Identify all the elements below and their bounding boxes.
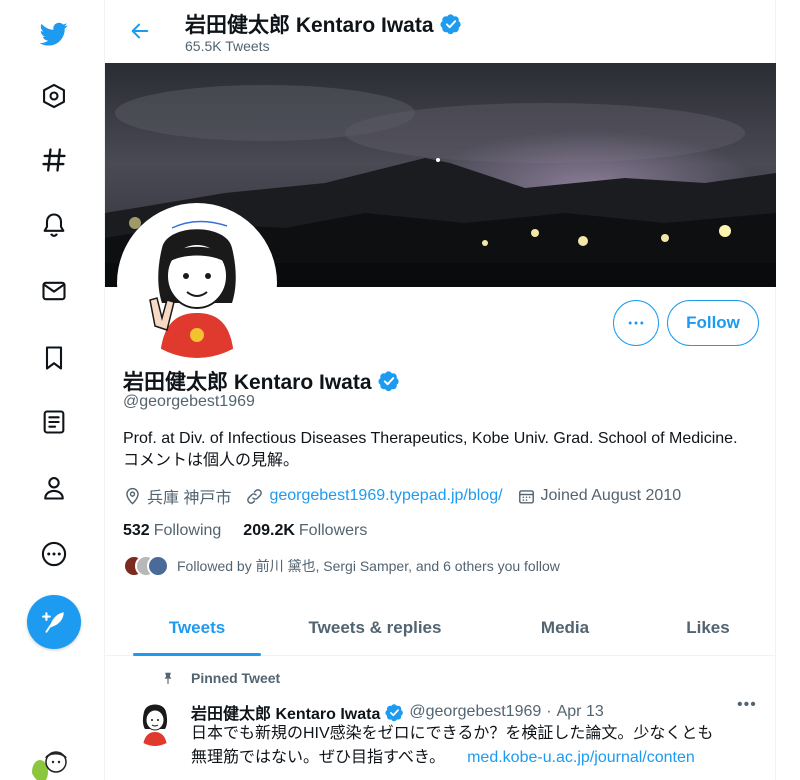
tab-label: Media [540, 618, 590, 637]
tweet-count: 65.5K Tweets [185, 38, 270, 54]
profile-tabs: Tweets Tweets & replies Media Likes [105, 600, 776, 656]
pinned-label-text: Pinned Tweet [191, 670, 281, 686]
profile-header-bar: 岩田健太郎 Kentaro Iwata 65.5K Tweets [105, 0, 777, 60]
tweet-more-button[interactable]: ••• [737, 696, 757, 714]
joined-text: Joined August 2010 [540, 487, 682, 504]
follow-stats: 532 Following 209.2K Followers [123, 522, 367, 540]
following-stat[interactable]: 532 Following [123, 522, 221, 540]
header-title: 岩田健太郎 Kentaro Iwata [185, 9, 462, 39]
notifications-bell-icon[interactable] [26, 197, 82, 253]
more-circle-icon[interactable] [26, 526, 82, 582]
tweet-author-name[interactable]: 岩田健太郎 Kentaro Iwata [191, 700, 380, 724]
tweet-header: 岩田健太郎 Kentaro Iwata @georgebest1969 · Ap… [191, 700, 604, 724]
header-title-text: 岩田健太郎 Kentaro Iwata [185, 14, 434, 37]
display-name-text: 岩田健太郎 Kentaro Iwata [123, 371, 372, 394]
followers-stat[interactable]: 209.2K Followers [243, 522, 367, 540]
tweet-text-line: 無理筋ではない。ぜひ目指すべき。 [191, 749, 446, 766]
followers-label: Followers [298, 522, 368, 539]
tab-label: Tweets & replies [308, 618, 442, 637]
tab-label: Tweets [168, 618, 226, 637]
profile-bio: Prof. at Div. of Infectious Diseases The… [123, 430, 754, 469]
verified-badge-icon [440, 14, 461, 35]
following-label: Following [153, 522, 222, 539]
hashtag-icon[interactable] [26, 132, 82, 188]
profile-display-name: 岩田健太郎 Kentaro Iwata [123, 366, 400, 396]
tweet-text-line: 日本でも新規のHIV感染をゼロにできるか？を検証した論文。少なくとも [191, 725, 714, 742]
tab-likes[interactable]: Likes [663, 600, 753, 656]
tab-label: Likes [686, 618, 730, 637]
followed-by-text: Followed by 前川 黛也, Sergi Samper, and 6 o… [177, 558, 560, 574]
tweet-date[interactable]: Apr 13 [557, 703, 604, 721]
location-text: 兵庫 神戸市 [147, 490, 232, 507]
profile-avatar[interactable] [117, 203, 277, 363]
compose-tweet-button[interactable] [27, 595, 81, 649]
lists-icon[interactable] [26, 394, 82, 450]
pin-icon [164, 672, 172, 684]
tab-tweets-replies[interactable]: Tweets & replies [295, 600, 455, 656]
follower-avatar [147, 555, 169, 577]
location-pin-icon [126, 487, 139, 505]
explore-icon[interactable] [26, 68, 82, 124]
website[interactable]: georgebest1969.typepad.jp/blog/ [245, 487, 503, 506]
feather-plus-icon [42, 612, 64, 633]
calendar-icon [518, 489, 534, 504]
messages-envelope-icon[interactable] [26, 263, 82, 319]
twitter-logo-icon[interactable] [26, 6, 82, 62]
sidebar [0, 0, 104, 780]
profile-meta: 兵庫 神戸市 georgebest1969.typepad.jp/blog/ J… [123, 485, 695, 507]
tweet-author-avatar[interactable] [131, 698, 179, 746]
more-options-button[interactable] [613, 300, 659, 346]
account-avatar[interactable] [30, 742, 74, 780]
tab-tweets[interactable]: Tweets [133, 600, 261, 656]
tweet-text-line-2: 無理筋ではない。ぜひ目指すべき。 med.kobe-u.ac.jp/journal… [191, 746, 761, 770]
verified-badge-icon [385, 703, 404, 721]
joined-date: Joined August 2010 [517, 487, 682, 506]
tweet-separator: · [546, 703, 552, 720]
tweet-link[interactable]: med.kobe-u.ac.jp/journal/conten [467, 749, 695, 766]
following-count: 532 [123, 522, 150, 539]
profile-handle: @georgebest1969 [123, 393, 255, 410]
profile-person-icon[interactable] [26, 460, 82, 516]
tweet-author-handle[interactable]: @georgebest1969 [409, 703, 541, 721]
active-tab-indicator [133, 653, 261, 656]
location: 兵庫 神戸市 [123, 484, 231, 508]
followed-by-row[interactable]: Followed by 前川 黛也, Sergi Samper, and 6 o… [123, 555, 560, 577]
link-icon [247, 488, 263, 504]
tab-media[interactable]: Media [515, 600, 615, 656]
back-arrow-icon [131, 23, 149, 39]
verified-badge-icon [378, 371, 399, 392]
followed-by-avatars [123, 555, 171, 577]
main-column: 岩田健太郎 Kentaro Iwata 65.5K Tweets Follow … [104, 0, 776, 780]
more-dots-icon [628, 321, 644, 325]
followers-count: 209.2K [243, 522, 295, 539]
pinned-tweet-label: Pinned Tweet [161, 670, 280, 686]
website-link[interactable]: georgebest1969.typepad.jp/blog/ [269, 487, 502, 505]
back-button[interactable] [123, 14, 157, 48]
follow-button[interactable]: Follow [667, 300, 759, 346]
bookmark-icon[interactable] [26, 330, 82, 386]
tweet-text: 日本でも新規のHIV感染をゼロにできるか？を検証した論文。少なくとも 無理筋では… [191, 722, 761, 770]
